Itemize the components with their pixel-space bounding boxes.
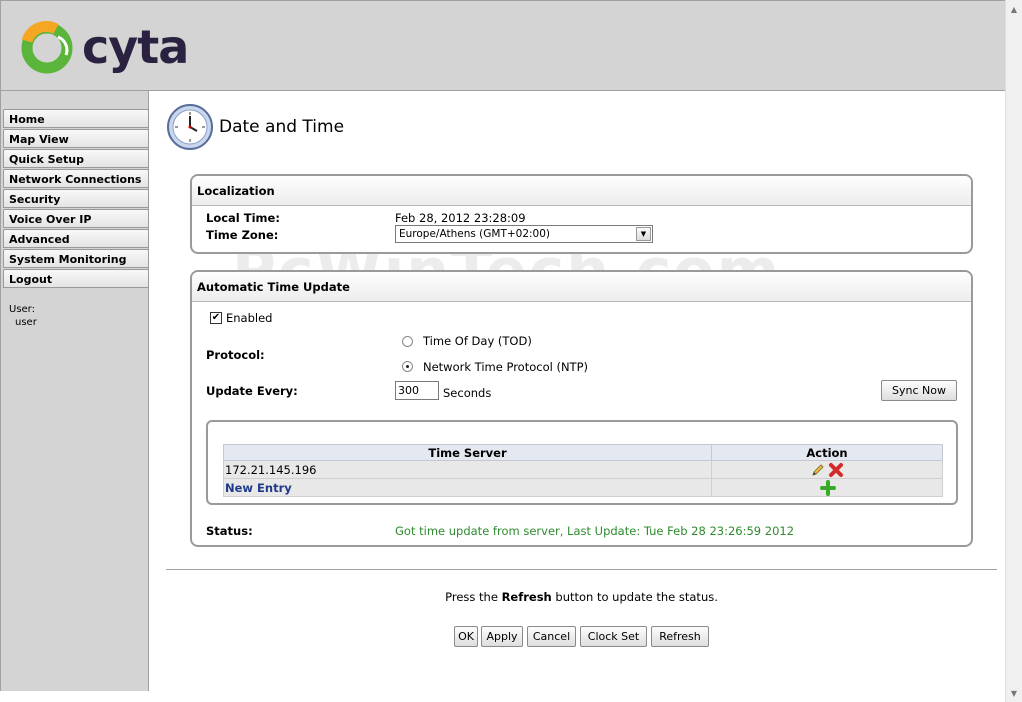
clock-icon	[167, 104, 213, 150]
scroll-up-arrow-icon[interactable]: ▲	[1006, 1, 1022, 17]
scroll-down-arrow-icon[interactable]: ▼	[1006, 685, 1022, 701]
sidebar-item-logout[interactable]: Logout	[3, 269, 149, 288]
new-entry-link[interactable]: New Entry	[223, 478, 712, 497]
cyta-logo[interactable]: cyta	[18, 17, 189, 77]
chevron-down-icon[interactable]: ▼	[636, 227, 651, 241]
update-every-label: Update Every:	[206, 384, 298, 398]
table-row-new-entry: New Entry	[223, 478, 943, 497]
user-info: User: user	[9, 303, 37, 329]
localization-panel: Localization Local Time: Feb 28, 2012 23…	[190, 174, 973, 254]
sync-now-button[interactable]: Sync Now	[881, 380, 957, 401]
protocol-label: Protocol:	[206, 348, 265, 362]
sidebar-item-home[interactable]: Home	[3, 109, 149, 128]
logo-text: cyta	[82, 20, 189, 74]
user-label: User:	[9, 304, 35, 315]
enabled-checkbox[interactable]: ✔	[210, 312, 222, 324]
protocol-tod-radio[interactable]	[402, 336, 413, 347]
sidebar-item-advanced[interactable]: Advanced	[3, 229, 149, 248]
status-value: Got time update from server, Last Update…	[395, 524, 795, 538]
sidebar-item-quick-setup[interactable]: Quick Setup	[3, 149, 149, 168]
apply-button[interactable]: Apply	[481, 626, 523, 647]
local-time-label: Local Time:	[206, 211, 280, 225]
table-row: 172.21.145.196	[223, 460, 943, 479]
header-banner: cyta	[0, 0, 1005, 91]
sidebar-item-map-view[interactable]: Map View	[3, 129, 149, 148]
cyta-logo-icon	[21, 20, 73, 74]
protocol-ntp-radio[interactable]	[402, 361, 413, 372]
update-every-input[interactable]: 300	[395, 381, 439, 400]
sidebar-nav: Home Map View Quick Setup Network Connec…	[3, 109, 149, 289]
pencil-edit-icon[interactable]	[811, 463, 825, 477]
protocol-ntp-label: Network Time Protocol (NTP)	[423, 360, 589, 374]
action-column-header: Action	[711, 444, 943, 461]
time-server-column-header: Time Server	[223, 444, 712, 461]
user-name: user	[15, 317, 37, 328]
row-actions-new	[711, 478, 943, 497]
refresh-note-bold: Refresh	[501, 590, 552, 604]
ok-button[interactable]: OK	[454, 626, 478, 647]
refresh-button[interactable]: Refresh	[651, 626, 709, 647]
time-zone-selected-value: Europe/Athens (GMT+02:00)	[399, 228, 551, 240]
refresh-note-suffix: button to update the status.	[555, 590, 718, 604]
update-every-unit: Seconds	[443, 386, 492, 400]
enabled-label: Enabled	[226, 311, 273, 325]
clock-set-button[interactable]: Clock Set	[580, 626, 647, 647]
cancel-button[interactable]: Cancel	[527, 626, 576, 647]
automatic-time-update-panel: Automatic Time Update ✔ Enabled Protocol…	[190, 270, 973, 547]
time-server-table: Time Server Action 172.21.145.196 New En…	[223, 444, 943, 497]
refresh-note-prefix: Press the	[445, 590, 498, 604]
refresh-note: Press the Refresh button to update the s…	[0, 590, 1022, 604]
add-plus-icon[interactable]	[819, 479, 836, 496]
time-server-panel: Time Server Action 172.21.145.196 New En…	[206, 420, 958, 505]
delete-x-icon[interactable]	[828, 462, 844, 478]
page-title-area: Date and Time	[166, 103, 344, 151]
sidebar-item-network-connections[interactable]: Network Connections	[3, 169, 149, 188]
localization-heading: Localization	[192, 176, 971, 206]
divider	[166, 569, 997, 570]
time-server-address: 172.21.145.196	[223, 460, 712, 479]
sidebar-item-security[interactable]: Security	[3, 189, 149, 208]
sidebar-item-voice-over-ip[interactable]: Voice Over IP	[3, 209, 149, 228]
time-zone-label: Time Zone:	[206, 228, 279, 242]
status-label: Status:	[206, 524, 253, 538]
automatic-time-update-heading: Automatic Time Update	[192, 272, 971, 302]
sidebar-item-system-monitoring[interactable]: System Monitoring	[3, 249, 149, 268]
protocol-tod-label: Time Of Day (TOD)	[423, 334, 532, 348]
new-entry-label[interactable]: New Entry	[225, 481, 292, 495]
time-zone-select[interactable]: Europe/Athens (GMT+02:00) ▼	[395, 225, 653, 243]
page-title: Date and Time	[219, 117, 345, 137]
local-time-value: Feb 28, 2012 23:28:09	[395, 211, 526, 225]
row-actions	[711, 460, 943, 479]
